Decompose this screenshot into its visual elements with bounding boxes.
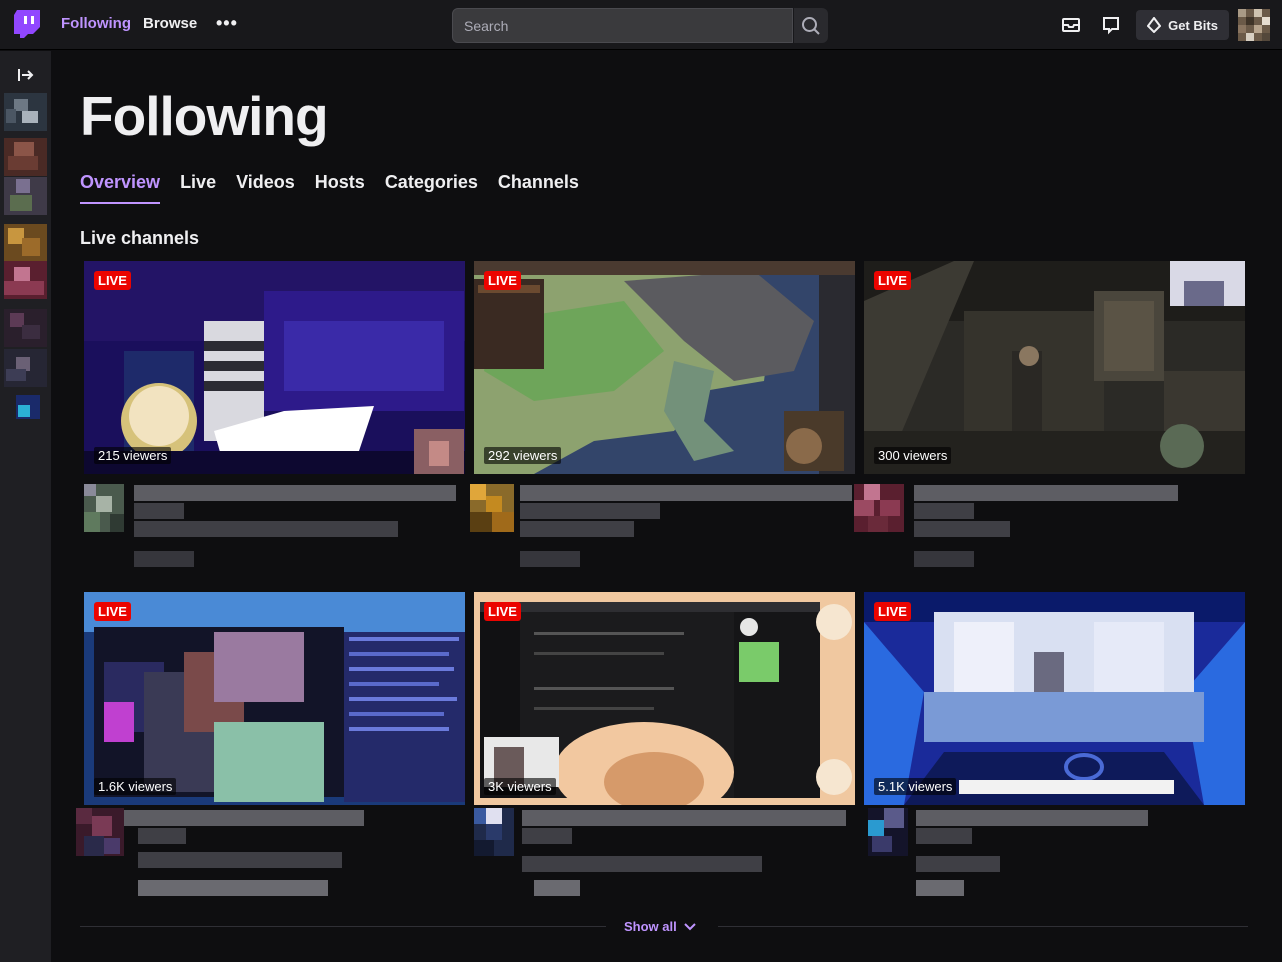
search-button[interactable] — [794, 8, 828, 43]
bits-gem-icon — [1147, 17, 1162, 33]
channel-avatar[interactable] — [470, 484, 514, 532]
stream-tag-blurred[interactable] — [520, 551, 580, 567]
inbox-icon[interactable] — [1059, 13, 1083, 37]
stream-thumbnail[interactable]: LIVE 300 viewers — [864, 261, 1245, 474]
tab-live[interactable]: Live — [180, 172, 216, 204]
get-bits-button[interactable]: Get Bits — [1136, 10, 1229, 40]
stream-tag-blurred[interactable] — [134, 551, 194, 567]
chevron-down-icon — [684, 922, 696, 930]
channel-name-blurred[interactable] — [916, 828, 972, 844]
stream-thumbnail[interactable]: LIVE 5.1K viewers — [864, 592, 1245, 805]
channel-name-blurred[interactable] — [522, 828, 572, 844]
nav-browse-link[interactable]: Browse — [143, 15, 197, 32]
live-badge: LIVE — [94, 602, 131, 621]
stream-tag-blurred[interactable] — [914, 551, 974, 567]
stream-category-blurred[interactable] — [522, 856, 762, 872]
show-all-label: Show all — [624, 919, 677, 934]
stream-thumbnail[interactable]: LIVE 3K viewers — [474, 592, 855, 805]
expand-sidebar-icon[interactable] — [16, 65, 36, 85]
divider-right — [718, 926, 1248, 927]
show-all-button[interactable]: Show all — [624, 919, 696, 934]
more-menu-icon[interactable]: ••• — [216, 13, 238, 34]
channel-avatar[interactable] — [84, 484, 124, 532]
stream-category-blurred[interactable] — [134, 521, 398, 537]
stream-tag-blurred[interactable] — [916, 880, 964, 896]
channel-title-blurred[interactable] — [520, 485, 852, 501]
viewer-count: 5.1K viewers — [874, 778, 957, 795]
channel-avatar[interactable] — [854, 484, 904, 532]
channel-avatar[interactable] — [76, 808, 124, 856]
sidebar-channel-avatar[interactable] — [4, 261, 47, 299]
stream-category-blurred[interactable] — [916, 856, 1000, 872]
tab-channels[interactable]: Channels — [498, 172, 579, 204]
stream-tag-blurred[interactable] — [138, 880, 328, 896]
viewer-count: 292 viewers — [484, 447, 562, 464]
tab-hosts[interactable]: Hosts — [315, 172, 365, 204]
channel-name-blurred[interactable] — [138, 828, 186, 844]
search-icon — [802, 16, 820, 35]
viewer-count: 1.6K viewers — [94, 778, 177, 795]
following-tabs: Overview Live Videos Hosts Categories Ch… — [80, 172, 579, 204]
sidebar-channel-avatar[interactable] — [4, 309, 47, 347]
stream-thumbnail[interactable]: LIVE 215 viewers — [84, 261, 465, 474]
sidebar-channel-avatar[interactable] — [4, 391, 47, 429]
stream-tag-blurred[interactable] — [534, 880, 580, 896]
sidebar-channel-avatar[interactable] — [4, 224, 47, 262]
user-avatar[interactable] — [1238, 9, 1270, 41]
top-navigation: Following Browse ••• Search Get Bits — [0, 0, 1282, 50]
channel-avatar[interactable] — [868, 808, 908, 856]
live-channels-heading: Live channels — [80, 228, 200, 248]
stream-thumbnail[interactable]: LIVE 1.6K viewers — [84, 592, 465, 805]
get-bits-label: Get Bits — [1168, 17, 1218, 33]
live-badge: LIVE — [484, 271, 521, 290]
channel-name-blurred[interactable] — [914, 503, 974, 519]
live-badge: LIVE — [874, 602, 911, 621]
tab-videos[interactable]: Videos — [236, 172, 295, 204]
stream-category-blurred[interactable] — [914, 521, 1010, 537]
channel-title-blurred[interactable] — [134, 485, 456, 501]
channel-avatar[interactable] — [474, 808, 514, 856]
viewer-count: 215 viewers — [94, 447, 172, 464]
tab-categories[interactable]: Categories — [385, 172, 478, 204]
channel-name-blurred[interactable] — [520, 503, 660, 519]
stream-category-blurred[interactable] — [138, 852, 342, 868]
page-title: Following — [80, 85, 329, 147]
viewer-count: 300 viewers — [874, 447, 952, 464]
channel-title-blurred[interactable] — [124, 810, 364, 826]
followed-channels-sidebar — [0, 51, 51, 962]
channel-name-blurred[interactable] — [134, 503, 184, 519]
viewer-count: 3K viewers — [484, 778, 556, 795]
live-badge: LIVE — [874, 271, 911, 290]
stream-category-blurred[interactable] — [520, 521, 634, 537]
channel-title-blurred[interactable] — [522, 810, 846, 826]
stream-thumbnail[interactable]: LIVE 292 viewers — [474, 261, 855, 474]
divider-left — [80, 926, 606, 927]
sidebar-channel-avatar[interactable] — [4, 349, 47, 387]
sidebar-channel-avatar[interactable] — [4, 138, 47, 176]
nav-following-link[interactable]: Following — [61, 15, 131, 32]
channel-title-blurred[interactable] — [916, 810, 1148, 826]
sidebar-channel-avatar[interactable] — [4, 177, 47, 215]
tab-overview[interactable]: Overview — [80, 172, 161, 204]
channel-title-blurred[interactable] — [914, 485, 1178, 501]
twitch-logo-icon[interactable] — [14, 10, 40, 40]
whispers-icon[interactable] — [1099, 13, 1123, 37]
live-badge: LIVE — [94, 271, 131, 290]
search-input[interactable]: Search — [452, 8, 793, 43]
live-badge: LIVE — [484, 602, 521, 621]
sidebar-channel-avatar[interactable] — [4, 93, 47, 131]
